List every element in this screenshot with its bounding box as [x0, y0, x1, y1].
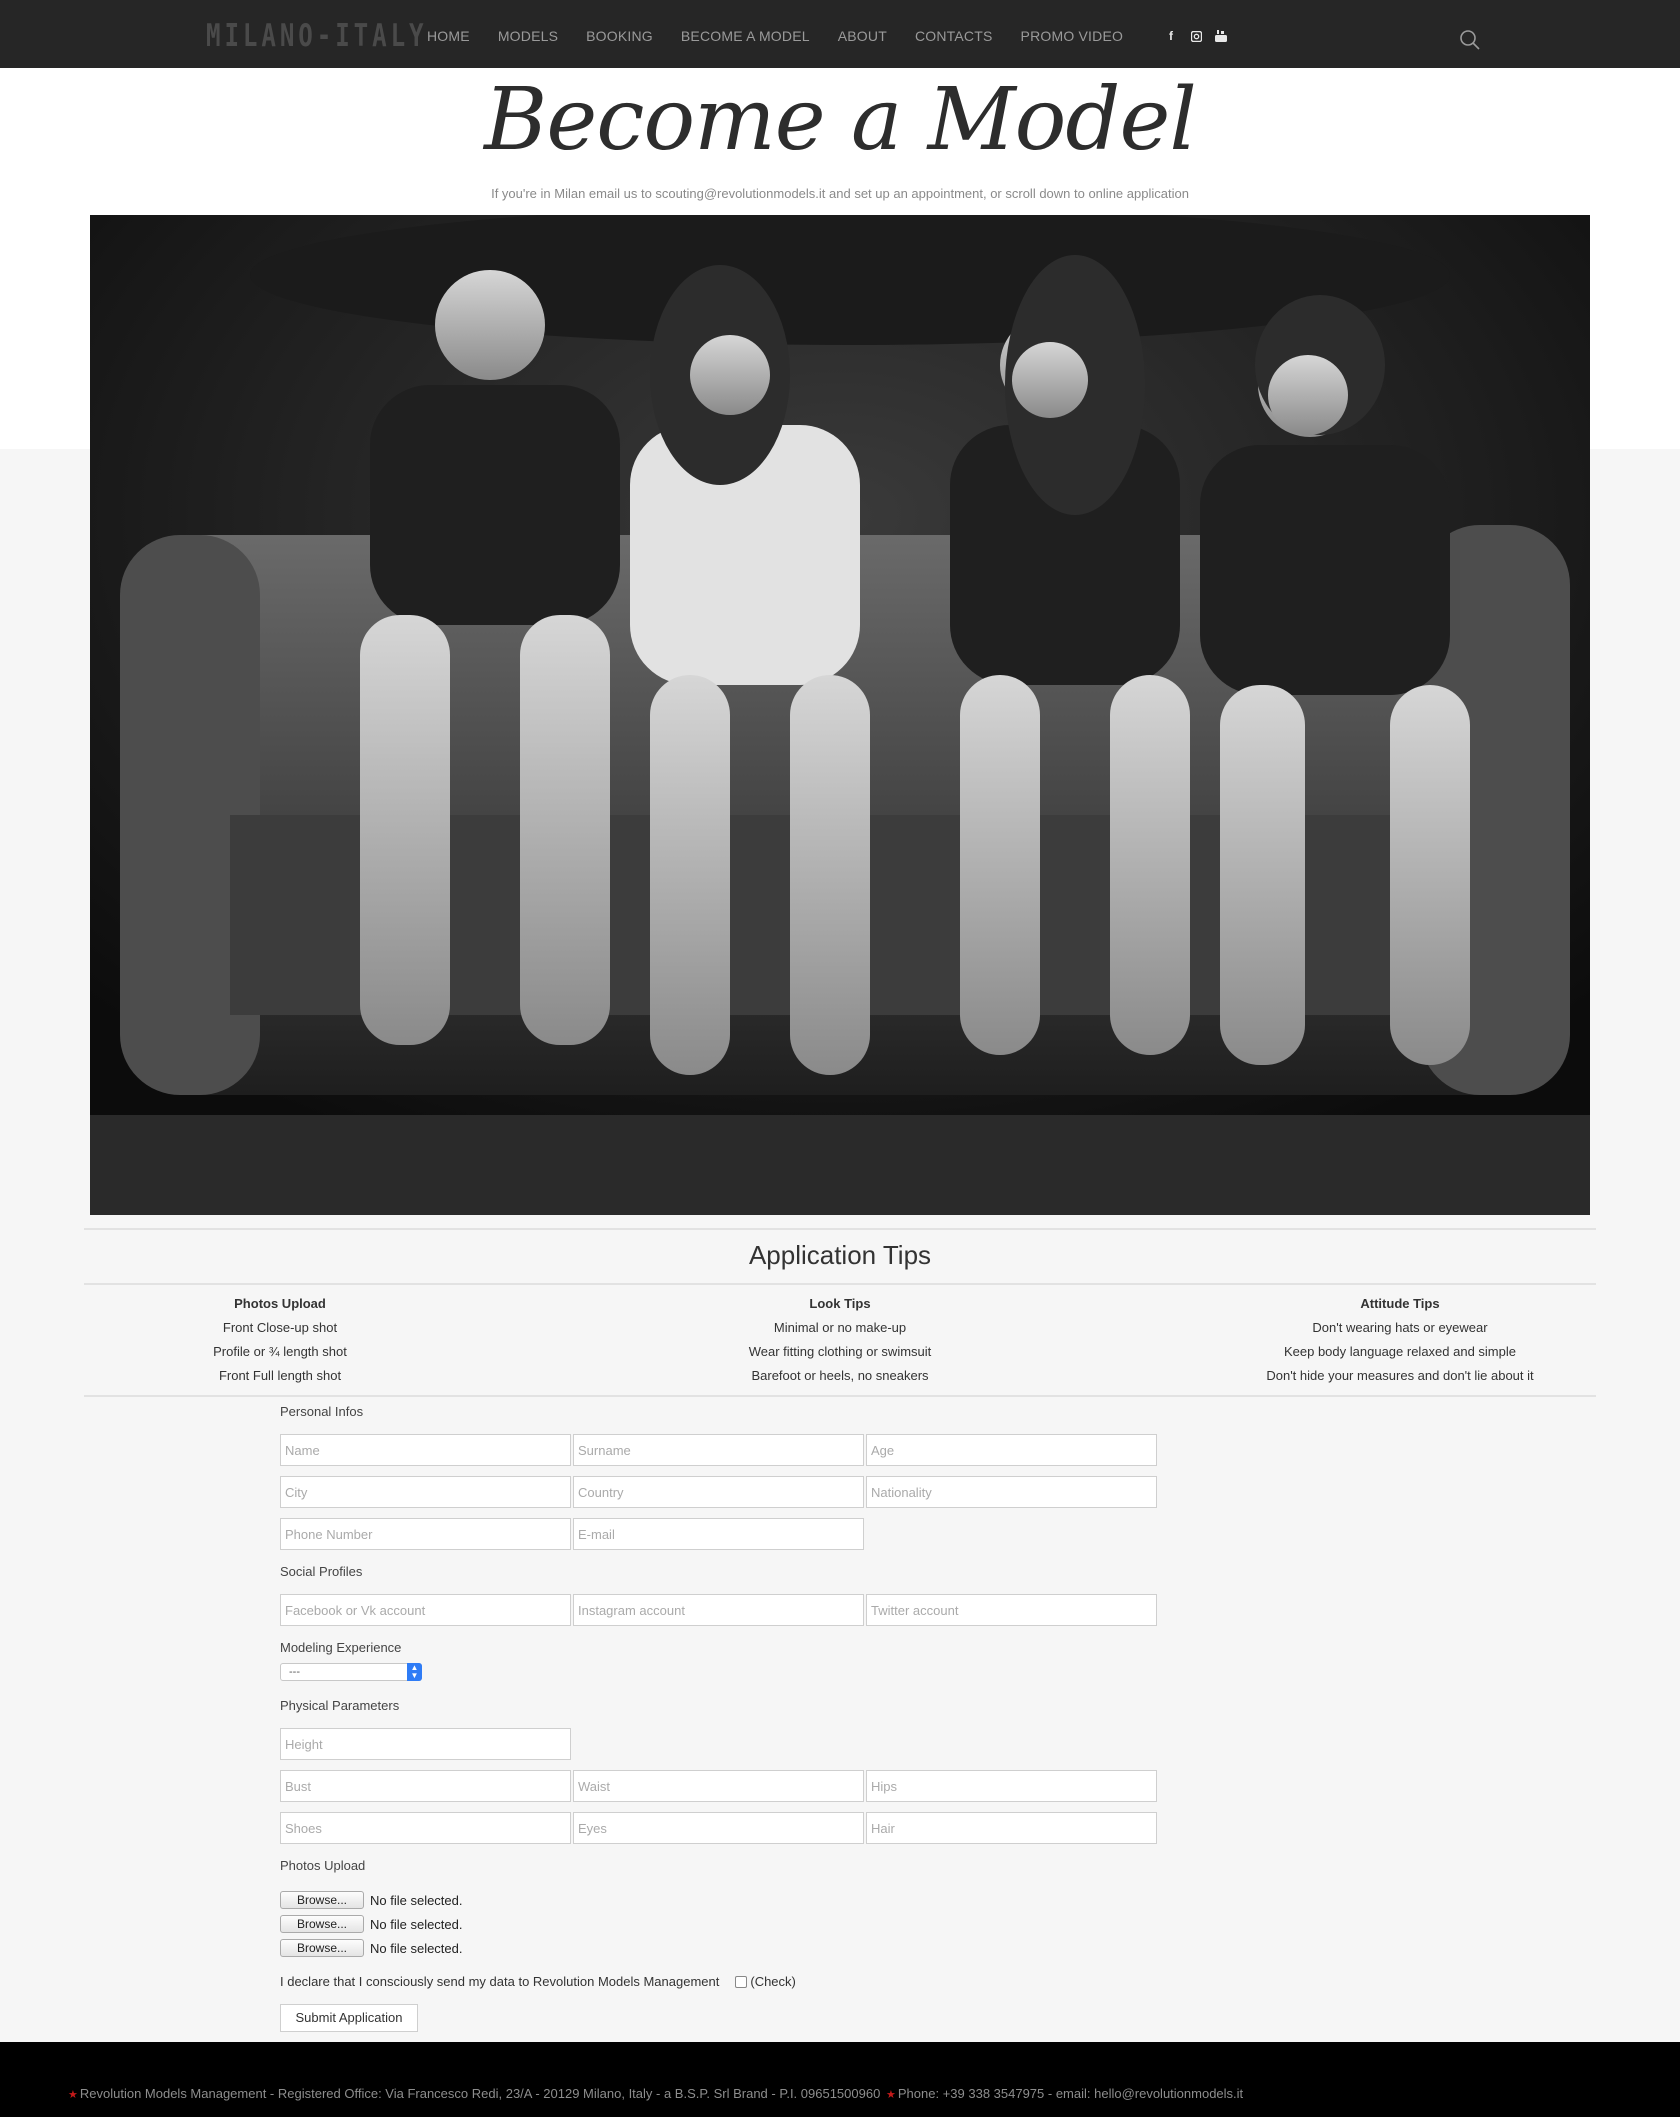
declaration-checkbox[interactable] — [735, 1975, 748, 1988]
tip-line: Don't hide your measures and don't lie a… — [1266, 1368, 1534, 1383]
search-icon[interactable] — [1459, 29, 1481, 51]
divider — [84, 1395, 1596, 1397]
instagram-icon[interactable] — [1189, 29, 1203, 43]
browse-button[interactable]: Browse... — [280, 1939, 364, 1957]
modeling-experience-label: Modeling Experience — [280, 1640, 402, 1655]
footer — [0, 2042, 1680, 2117]
instagram-field[interactable] — [573, 1594, 864, 1626]
file-status: No file selected. — [370, 1916, 463, 1932]
tip-line: Wear fitting clothing or swimsuit — [748, 1344, 932, 1359]
chevron-updown-icon: ▲ ▼ — [407, 1663, 422, 1681]
nav-item-promo-video[interactable]: PROMO VIDEO — [1021, 28, 1124, 44]
divider — [84, 1283, 1596, 1285]
nav-item-about[interactable]: ABOUT — [838, 28, 887, 44]
surname-field[interactable] — [573, 1434, 864, 1466]
photo-upload-3: Browse... No file selected. — [280, 1938, 463, 1958]
tip-line: Don't wearing hats or eyewear — [1312, 1320, 1488, 1335]
check-label: (Check) — [750, 1974, 796, 1989]
hair-field[interactable] — [866, 1812, 1157, 1844]
footer-contact-text: Phone: +39 338 3547975 - email: hello@re… — [897, 2086, 1244, 2101]
height-field[interactable] — [280, 1728, 571, 1760]
tip-line: Keep body language relaxed and simple — [1283, 1344, 1516, 1359]
browse-button[interactable]: Browse... — [280, 1915, 364, 1933]
hips-field[interactable] — [866, 1770, 1157, 1802]
nav-item-booking[interactable]: BOOKING — [586, 28, 653, 44]
divider — [84, 1228, 1596, 1230]
nav-item-home[interactable]: HOME — [427, 28, 470, 44]
tip-line: Front Full length shot — [218, 1368, 342, 1383]
nav-item-models[interactable]: MODELS — [498, 28, 558, 44]
browse-button[interactable]: Browse... — [280, 1891, 364, 1909]
nationality-field[interactable] — [866, 1476, 1157, 1508]
email-field[interactable] — [573, 1518, 864, 1550]
tips-heading: Look Tips — [809, 1296, 871, 1311]
twitter-field[interactable] — [866, 1594, 1157, 1626]
photos-upload-label: Photos Upload — [280, 1858, 366, 1873]
declaration-text: I declare that I consciously send my dat… — [280, 1974, 720, 1989]
city-field[interactable] — [280, 1476, 571, 1508]
tip-line: Barefoot or heels, no sneakers — [751, 1368, 929, 1383]
nav-item-contacts[interactable]: CONTACTS — [915, 28, 993, 44]
tips-title: Application Tips — [748, 1240, 932, 1270]
photo-upload-1: Browse... No file selected. — [280, 1890, 463, 1910]
photo-upload-2: Browse... No file selected. — [280, 1914, 463, 1934]
footer-office-text: Revolution Models Management - Registere… — [79, 2086, 881, 2101]
youtube-icon[interactable] — [1214, 29, 1228, 43]
facebook-field[interactable] — [280, 1594, 571, 1626]
tips-column-photos: Photos Upload Front Close-up shot Profil… — [80, 1292, 480, 1388]
hero-photo — [90, 215, 1590, 1215]
footer-office: ★ Revolution Models Management - Register… — [68, 2086, 880, 2101]
file-status: No file selected. — [370, 1940, 463, 1956]
facebook-icon[interactable]: f — [1164, 29, 1178, 43]
select-value: --- — [289, 1666, 300, 1678]
page-title: Become a Model — [484, 70, 1197, 170]
star-icon: ★ — [68, 2089, 78, 2101]
tips-heading: Attitude Tips — [1360, 1296, 1440, 1311]
modeling-experience-select[interactable]: --- ▲ ▼ — [280, 1663, 422, 1681]
footer-contact: ★ Phone: +39 338 3547975 - email: hello@r… — [886, 2086, 1243, 2101]
tips-column-look: Look Tips Minimal or no make-up Wear fit… — [640, 1292, 1040, 1388]
page-subtitle: If you're in Milan email us to scouting@… — [491, 186, 1189, 201]
file-status: No file selected. — [370, 1892, 463, 1908]
physical-parameters-label: Physical Parameters — [280, 1698, 400, 1713]
brand-logo[interactable]: MILANO-ITALY — [206, 18, 427, 54]
bust-field[interactable] — [280, 1770, 571, 1802]
age-field[interactable] — [866, 1434, 1157, 1466]
country-field[interactable] — [573, 1476, 864, 1508]
name-field[interactable] — [280, 1434, 571, 1466]
tip-line: Front Close-up shot — [222, 1320, 338, 1335]
tips-column-attitude: Attitude Tips Don't wearing hats or eyew… — [1200, 1292, 1600, 1388]
declaration-row: I declare that I consciously send my dat… — [280, 1974, 796, 1989]
phone-field[interactable] — [280, 1518, 571, 1550]
nav-item-become-a-model[interactable]: BECOME A MODEL — [681, 28, 810, 44]
main-nav: HOME MODELS BOOKING BECOME A MODEL ABOUT… — [427, 28, 1151, 44]
social-links: f — [1164, 29, 1239, 43]
waist-field[interactable] — [573, 1770, 864, 1802]
shoes-field[interactable] — [280, 1812, 571, 1844]
eyes-field[interactable] — [573, 1812, 864, 1844]
tip-line: Minimal or no make-up — [773, 1320, 907, 1335]
submit-application-button[interactable]: Submit Application — [280, 2004, 418, 2032]
tip-line: Profile or ¾ length shot — [213, 1344, 347, 1359]
star-icon: ★ — [886, 2089, 896, 2101]
personal-infos-label: Personal Infos — [280, 1404, 364, 1419]
tips-heading: Photos Upload — [234, 1296, 326, 1311]
social-profiles-label: Social Profiles — [280, 1564, 363, 1579]
